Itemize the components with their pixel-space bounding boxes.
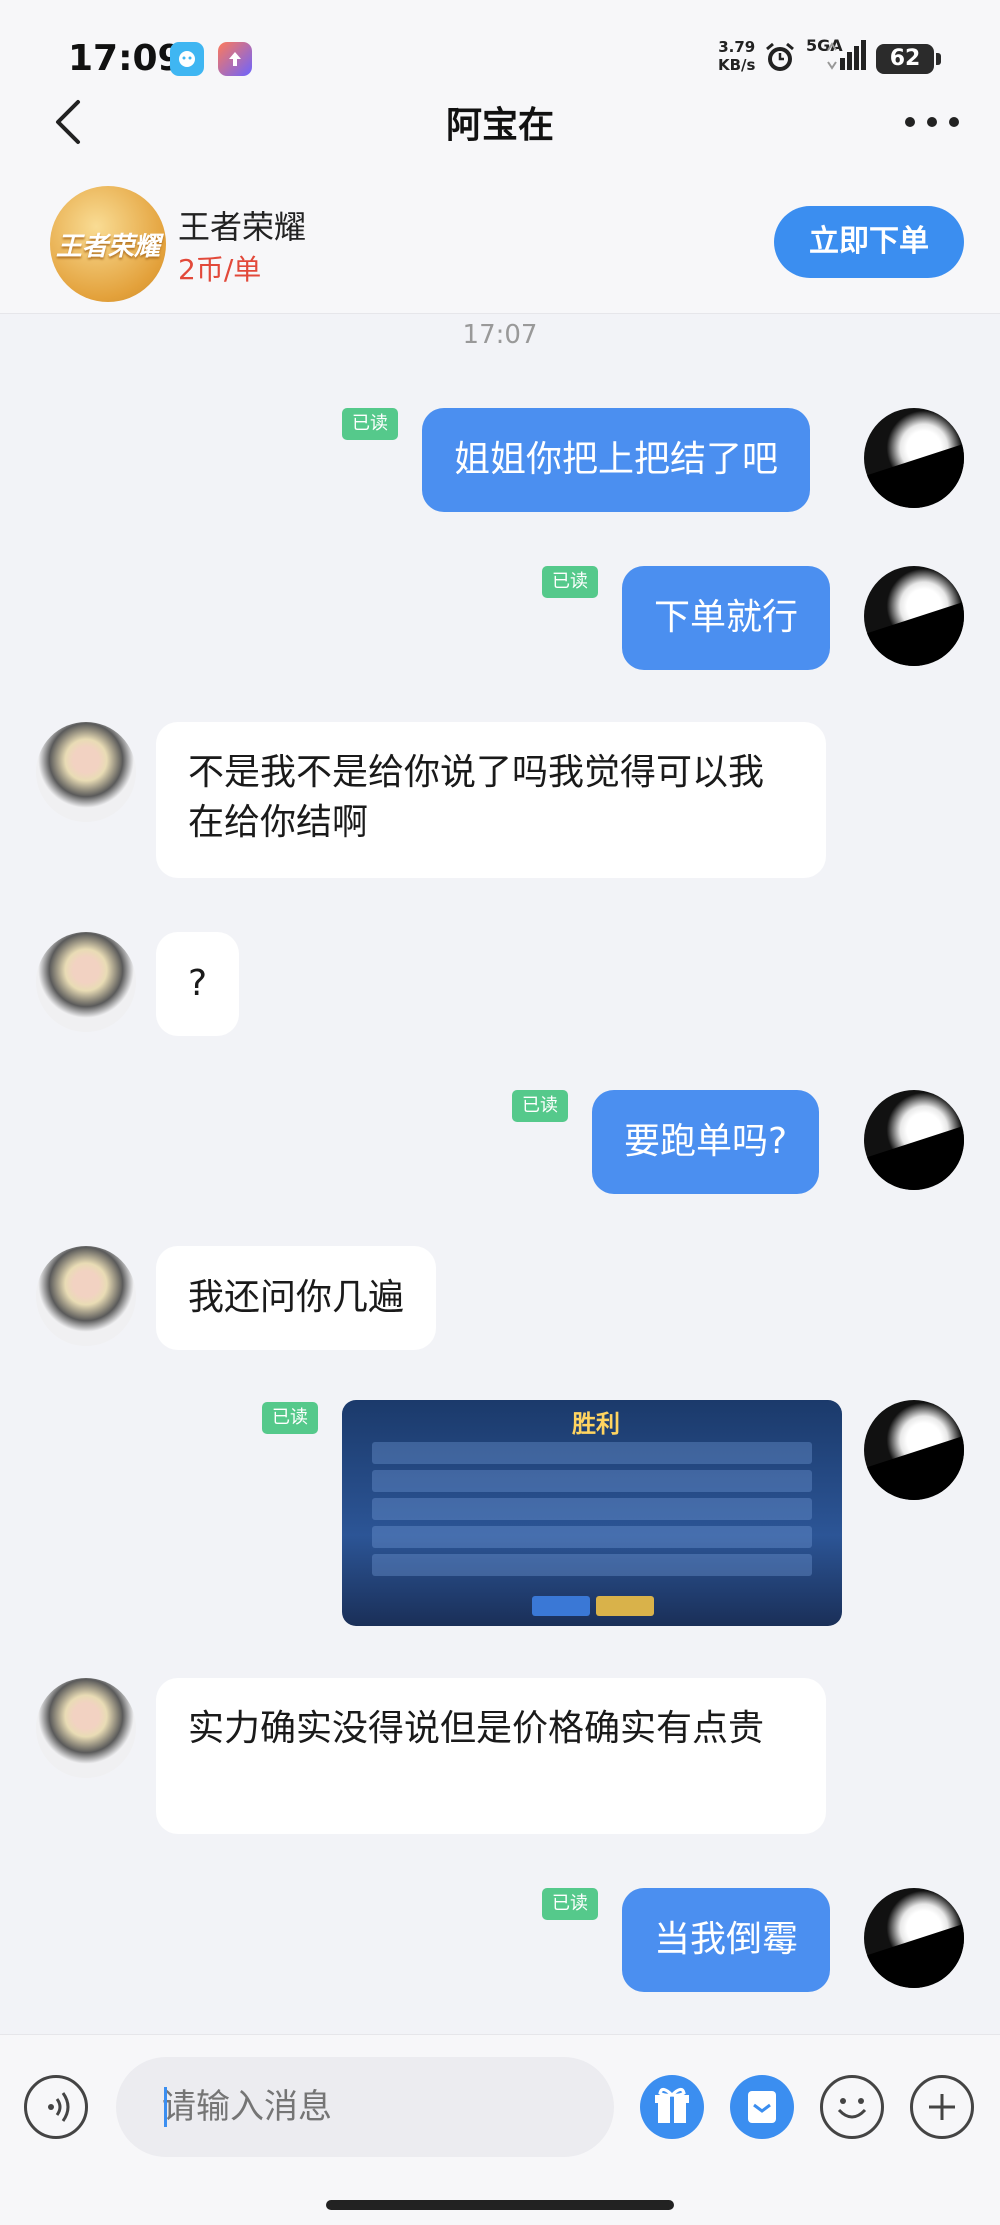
- notification-app-icon: [170, 42, 204, 76]
- game-name: 王者荣耀: [178, 208, 307, 246]
- screenshot-row: [372, 1470, 812, 1492]
- screenshot-row: [372, 1526, 812, 1548]
- product-bar: 王者荣耀 王者荣耀 2币/单 立即下单: [0, 164, 1000, 314]
- my-avatar[interactable]: [864, 566, 964, 666]
- game-price: 2币/单: [178, 253, 262, 286]
- add-button[interactable]: [910, 2075, 974, 2139]
- read-badge: 已读: [512, 1090, 568, 1122]
- my-avatar[interactable]: [864, 1888, 964, 1988]
- message-bubble-received[interactable]: ?: [156, 932, 240, 1036]
- signal-bars-icon: [827, 40, 866, 70]
- message-bubble-received[interactable]: 我还问你几遍: [156, 1246, 437, 1350]
- screenshot-row: [372, 1554, 812, 1576]
- coupon-icon: [748, 2091, 776, 2123]
- game-logo-text: 王者荣耀: [55, 232, 160, 262]
- screenshot-row: [372, 1442, 812, 1464]
- more-options-button[interactable]: [900, 104, 964, 140]
- gift-icon: [655, 2088, 689, 2123]
- contact-avatar[interactable]: [36, 1246, 136, 1346]
- order-now-button[interactable]: 立即下单: [774, 206, 964, 278]
- screenshot-button: [596, 1596, 654, 1616]
- screenshot-victory-text: 胜利: [572, 1410, 620, 1438]
- emoji-smile-icon: [837, 2098, 867, 2119]
- chat-title: 阿宝在: [445, 105, 554, 146]
- message-bubble-received[interactable]: 实力确实没得说但是价格确实有点贵: [156, 1678, 826, 1834]
- message-bubble-sent[interactable]: 要跑单吗?: [592, 1090, 820, 1194]
- status-time: 17:09: [68, 38, 183, 79]
- emoji-button[interactable]: [820, 2075, 884, 2139]
- message-input[interactable]: [116, 2057, 614, 2157]
- battery-indicator: 62: [876, 44, 941, 74]
- message-bubble-sent[interactable]: 当我倒霉: [622, 1888, 831, 1992]
- gift-button[interactable]: [640, 2075, 704, 2139]
- chat-header: 阿宝在: [0, 80, 1000, 164]
- contact-avatar[interactable]: [36, 1678, 136, 1778]
- message-bubble-sent[interactable]: 姐姐你把上把结了吧: [422, 408, 811, 512]
- screenshot-button: [532, 1596, 590, 1616]
- more-dots-icon: [905, 117, 959, 127]
- input-bar: [0, 2034, 1000, 2225]
- my-avatar[interactable]: [864, 408, 964, 508]
- network-speed-value: 3.79: [718, 38, 756, 56]
- screenshot-row: [372, 1498, 812, 1520]
- read-badge: 已读: [542, 1888, 598, 1920]
- contact-avatar[interactable]: [36, 932, 136, 1032]
- text-cursor: [164, 2087, 167, 2127]
- voice-wave-icon: [48, 2092, 70, 2122]
- read-badge: 已读: [262, 1402, 318, 1434]
- my-avatar[interactable]: [864, 1090, 964, 1190]
- game-logo[interactable]: 王者荣耀: [50, 186, 166, 302]
- message-bubble-received[interactable]: 不是我不是给你说了吗我觉得可以我在给你结啊: [156, 722, 826, 878]
- read-badge: 已读: [542, 566, 598, 598]
- contact-avatar[interactable]: [36, 722, 136, 822]
- game-result-screenshot[interactable]: 胜利: [342, 1400, 842, 1626]
- upload-app-icon: [218, 42, 252, 76]
- coupon-button[interactable]: [730, 2075, 794, 2139]
- home-indicator[interactable]: [326, 2200, 674, 2210]
- read-badge: 已读: [342, 408, 398, 440]
- plus-icon: [929, 2094, 955, 2120]
- network-speed: 3.79 KB/s: [718, 38, 755, 74]
- my-avatar[interactable]: [864, 1400, 964, 1500]
- message-timestamp: 17:07: [462, 320, 538, 350]
- voice-button[interactable]: [24, 2075, 88, 2139]
- network-speed-unit: KB/s: [718, 56, 756, 74]
- alarm-icon: [766, 42, 794, 71]
- message-bubble-sent[interactable]: 下单就行: [622, 566, 831, 670]
